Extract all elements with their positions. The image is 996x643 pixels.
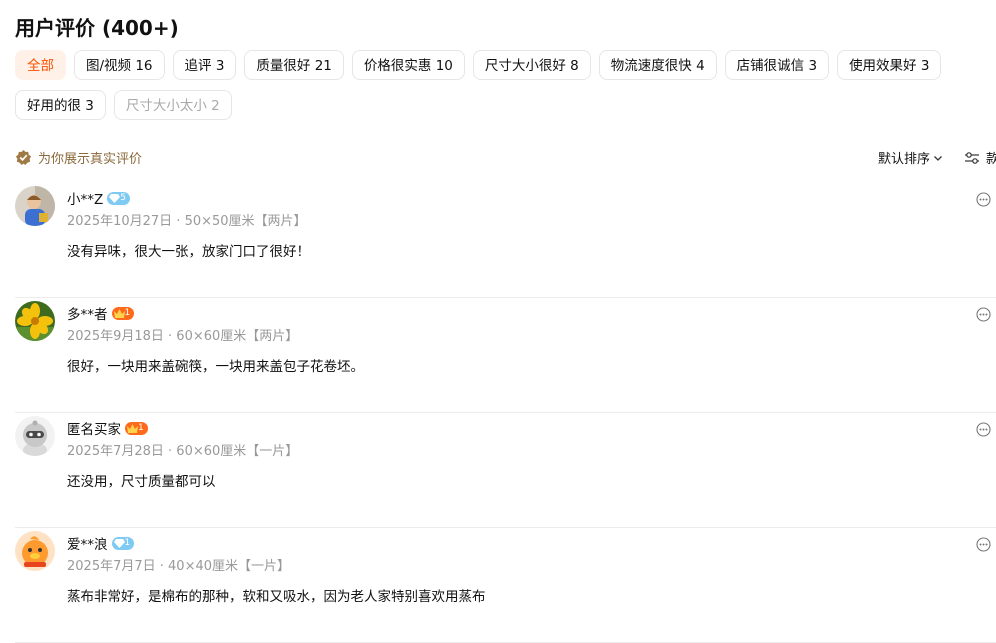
badge-level: 1	[138, 422, 144, 433]
reviewer-name: 多**者	[67, 307, 108, 323]
avatar[interactable]	[15, 301, 55, 341]
reviewer-name: 匿名买家	[67, 422, 121, 438]
reviewer-name-row: 小**Z 5	[67, 188, 130, 208]
reviewer-name-row: 多**者 1	[67, 303, 135, 323]
reviewer-name: 小**Z	[67, 192, 104, 208]
tag-all[interactable]: 全部	[15, 50, 66, 80]
tag-size-too-small[interactable]: 尺寸大小太小 2	[113, 90, 232, 120]
member-level-badge: 5	[107, 191, 130, 205]
verified-check-icon	[15, 149, 32, 166]
more-options-icon	[976, 537, 991, 552]
badge-level: 1	[124, 307, 131, 318]
review-item: 小**Z 5 2025年10月27日 · 50×50厘米【两片】 没有异味，很大…	[15, 182, 996, 298]
crown-icon	[127, 423, 138, 433]
review-meta: 2025年9月18日 · 60×60厘米【两片】	[67, 329, 299, 344]
more-options-button[interactable]	[976, 537, 991, 556]
avatar[interactable]	[15, 416, 55, 456]
review-text: 很好，一块用来盖碗筷，一块用来盖包子花卷坯。	[67, 359, 364, 375]
review-meta: 2025年7月28日 · 60×60厘米【一片】	[67, 444, 299, 459]
diamond-icon	[109, 193, 121, 203]
filter-label: 款	[986, 152, 996, 167]
yellow-flower-avatar	[15, 301, 55, 341]
member-level-badge: 1	[125, 421, 148, 435]
review-text: 还没用，尺寸质量都可以	[67, 474, 216, 490]
more-options-button[interactable]	[976, 307, 991, 326]
reviewer-name: 爱**浪	[67, 537, 108, 553]
tag-shipping-fast[interactable]: 物流速度很快 4	[598, 50, 717, 80]
anonymous-mascot-avatar	[15, 416, 55, 456]
more-options-button[interactable]	[976, 422, 991, 441]
reviewer-name-row: 匿名买家 1	[67, 418, 148, 438]
more-options-icon	[976, 422, 991, 437]
tag-easy-to-use[interactable]: 好用的很 3	[15, 90, 106, 120]
tag-quality-good[interactable]: 质量很好 21	[244, 50, 344, 80]
diamond-icon	[113, 538, 125, 548]
page-title: 用户评价 (400+)	[15, 16, 179, 40]
badge-level: 5	[120, 192, 126, 203]
more-options-icon	[976, 307, 991, 322]
notice-text: 为你展示真实评价	[38, 152, 143, 167]
review-meta: 2025年7月7日 · 40×40厘米【一片】	[67, 559, 290, 574]
sort-label: 默认排序	[878, 152, 931, 167]
tag-follow-up[interactable]: 追评 3	[172, 50, 237, 80]
avatar[interactable]	[15, 186, 55, 226]
tag-effect-good[interactable]: 使用效果好 3	[837, 50, 942, 80]
tag-shop-honest[interactable]: 店铺很诚信 3	[724, 50, 830, 80]
review-tag-filters: 全部 图/视频 16 追评 3 质量很好 21 价格很实惠 10 尺寸大小很好 …	[15, 50, 996, 130]
crown-icon	[113, 308, 125, 318]
review-item: 多**者 1 2025年9月18日 · 60×60厘米【两片】 很好，一块用来盖…	[15, 297, 996, 413]
review-meta: 2025年10月27日 · 50×50厘米【两片】	[67, 214, 307, 229]
more-options-button[interactable]	[976, 192, 991, 211]
member-level-badge: 1	[111, 306, 135, 320]
badge-level: 1	[124, 537, 131, 548]
reviewer-name-row: 爱**浪 1	[67, 533, 135, 553]
member-level-badge: 1	[111, 536, 135, 550]
review-text: 蒸布非常好，是棉布的那种，软和又吸水，因为老人家特别喜欢用蒸布	[67, 589, 486, 605]
tag-size-good[interactable]: 尺寸大小很好 8	[472, 50, 591, 80]
review-item: 爱**浪 1 2025年7月7日 · 40×40厘米【一片】 蒸布非常好，是棉布…	[15, 527, 996, 643]
chevron-down-icon	[934, 155, 942, 161]
tag-price-good[interactable]: 价格很实惠 10	[351, 50, 465, 80]
review-item: 匿名买家 1 2025年7月28日 · 60×60厘米【一片】 还没用，尺寸质量…	[15, 412, 996, 528]
filter-sliders-icon	[965, 151, 979, 164]
authentic-reviews-notice: 为你展示真实评价	[15, 148, 142, 167]
sort-dropdown[interactable]: 默认排序	[878, 148, 943, 167]
avatar[interactable]	[15, 531, 55, 571]
review-text: 没有异味，很大一张，放家门口了很好！	[67, 244, 310, 260]
child-photo-avatar	[15, 186, 55, 226]
orange-duck-avatar	[15, 531, 55, 571]
more-options-icon	[976, 192, 991, 207]
filter-button[interactable]: 款	[964, 148, 996, 167]
tag-photo-video[interactable]: 图/视频 16	[74, 50, 165, 80]
